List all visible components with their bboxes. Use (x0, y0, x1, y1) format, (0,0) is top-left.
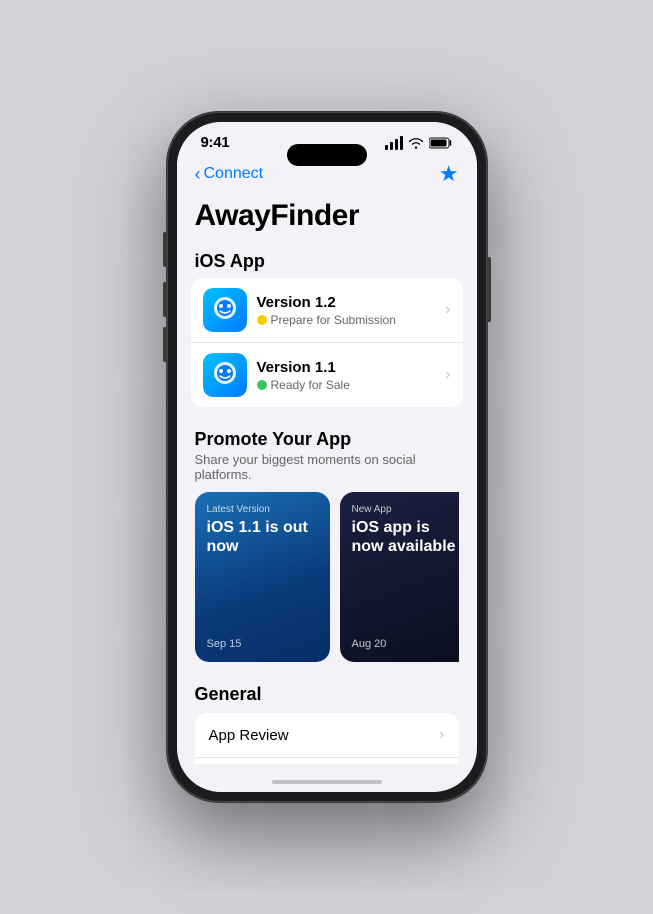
signal-icon (385, 136, 403, 150)
phone-device: 9:41 (167, 112, 487, 802)
promo-card-2-date: Aug 20 (352, 638, 459, 650)
version-11-chevron-icon: › (445, 366, 450, 384)
promo-card-2-tag: New App (352, 504, 459, 515)
version-12-status-text: Prepare for Submission (271, 313, 396, 327)
battery-icon (429, 137, 453, 149)
version-11-icon (203, 353, 247, 397)
version-12-row[interactable]: Version 1.2 Prepare for Submission › (191, 278, 463, 342)
app-review-row[interactable]: App Review › (195, 713, 459, 757)
ios-section-heading: iOS App (177, 243, 477, 278)
promote-section: Promote Your App Share your biggest mome… (177, 423, 477, 676)
status-icons (385, 136, 453, 150)
wifi-icon (408, 137, 424, 149)
promote-subtitle: Share your biggest moments on social pla… (195, 452, 459, 482)
status-bar: 9:41 (177, 122, 477, 155)
version-12-status: Prepare for Submission (257, 313, 446, 327)
dynamic-island (287, 144, 367, 166)
version-12-info: Version 1.2 Prepare for Submission (257, 294, 446, 327)
yellow-dot-icon (257, 315, 267, 325)
back-button[interactable]: ‹ Connect (195, 165, 264, 183)
version-11-info: Version 1.1 Ready for Sale (257, 359, 446, 392)
promo-card-1-title: iOS 1.1 is out now (207, 518, 318, 556)
promo-card-1-date: Sep 15 (207, 638, 318, 650)
version-11-row[interactable]: Version 1.1 Ready for Sale › (191, 342, 463, 407)
promo-card-2[interactable]: New App iOS app is now available Aug 20 (340, 492, 459, 662)
app-review-label: App Review (209, 727, 289, 744)
status-time: 9:41 (201, 134, 230, 151)
home-bar (272, 780, 382, 784)
promo-cards-wrapper[interactable]: Latest Version iOS 1.1 is out now Sep 15… (195, 492, 459, 666)
back-label: Connect (204, 165, 264, 183)
promote-title: Promote Your App (195, 429, 459, 450)
star-button[interactable]: ★ (439, 161, 459, 187)
version-11-status-text: Ready for Sale (271, 378, 350, 392)
phone-screen: 9:41 (177, 122, 477, 792)
green-dot-icon (257, 380, 267, 390)
promo-card-1-tag: Latest Version (207, 504, 318, 515)
app-information-row[interactable]: App Information › (195, 757, 459, 764)
general-section: General App Review › App Information › R… (177, 676, 477, 764)
screen-content[interactable]: ‹ Connect ★ AwayFinder iOS App (177, 155, 477, 764)
version-11-status: Ready for Sale (257, 378, 446, 392)
version-12-icon (203, 288, 247, 332)
version-card-group: Version 1.2 Prepare for Submission › (191, 278, 463, 407)
general-list: App Review › App Information › Ratings a… (195, 713, 459, 764)
promo-card-1[interactable]: Latest Version iOS 1.1 is out now Sep 15 (195, 492, 330, 662)
home-indicator (177, 764, 477, 792)
version-11-name: Version 1.1 (257, 359, 446, 376)
page-title: AwayFinder (177, 195, 477, 243)
general-heading: General (195, 684, 459, 705)
version-12-name: Version 1.2 (257, 294, 446, 311)
promo-card-2-title: iOS app is now available (352, 518, 459, 556)
version-12-chevron-icon: › (445, 301, 450, 319)
app-review-chevron-icon: › (439, 726, 444, 744)
back-chevron-icon: ‹ (195, 165, 201, 183)
